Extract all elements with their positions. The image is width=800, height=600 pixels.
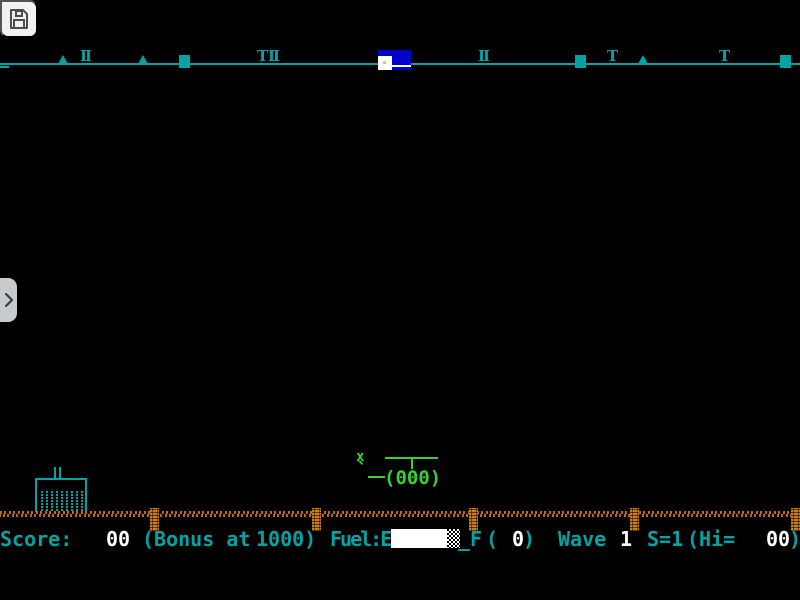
status-bonus-label: (Bonus at <box>142 528 250 550</box>
fuel-gauge-bar <box>391 529 447 548</box>
game-screen[interactable]: IITIIIITT x ` (000) <box>0 0 800 600</box>
ground-posts <box>0 0 800 600</box>
status-hi-label: (Hi= <box>687 528 735 550</box>
status-bonus-value: 1000) <box>256 528 316 550</box>
status-score-label: Score: <box>0 528 72 550</box>
status-sound-label: S=1 <box>647 528 683 550</box>
status-wave-label: Wave <box>558 528 606 550</box>
status-hi-value: 00 <box>766 528 790 550</box>
status-ammo-close: ) <box>523 528 535 550</box>
status-fuel-f: _F <box>458 528 482 550</box>
status-score-value: 00 <box>106 528 130 550</box>
status-ammo-open: ( <box>486 528 498 550</box>
floppy-disk-icon <box>7 7 31 31</box>
status-wave-value: 1 <box>620 528 632 550</box>
status-fuel-label: Fuel:E <box>330 528 390 550</box>
status-hi-close: ) <box>789 528 800 550</box>
chevron-right-icon <box>2 290 16 310</box>
save-state-button[interactable] <box>0 0 38 38</box>
drawer-toggle-button[interactable] <box>0 278 17 322</box>
